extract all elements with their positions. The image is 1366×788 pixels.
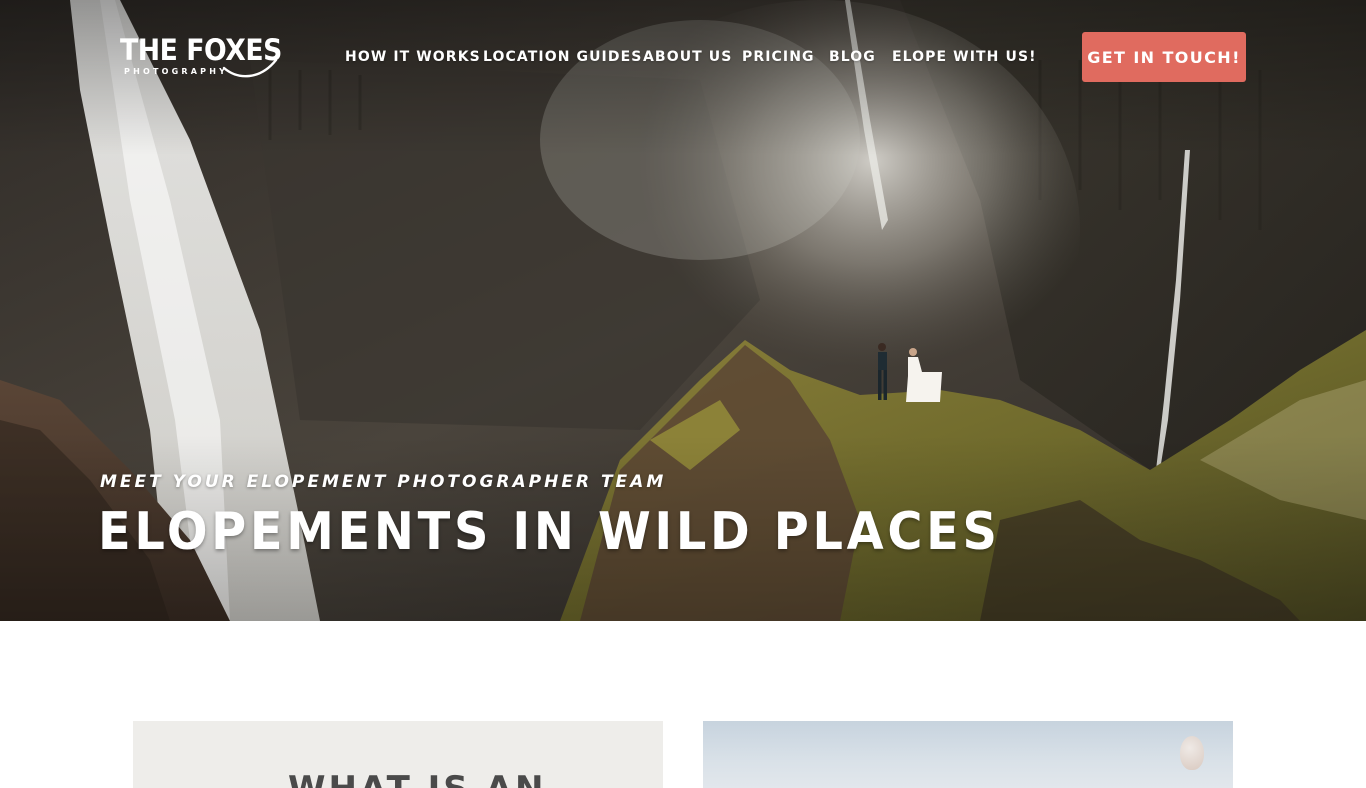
nav-item-location-guides[interactable]: LOCATION GUIDES [483,48,642,66]
hero-section: THE FOXES PHOTOGRAPHY HOW IT WORKS LOCAT… [0,0,1366,621]
nav-item-how-it-works[interactable]: HOW IT WORKS [345,48,481,66]
get-in-touch-button[interactable]: GET IN TOUCH! [1082,32,1246,82]
nav-item-about-us[interactable]: ABOUT US [643,48,732,66]
hero-headline: ELOPEMENTS IN WILD PLACES [98,502,1001,562]
brand-logo[interactable]: THE FOXES PHOTOGRAPHY [120,34,282,80]
brand-tagline: PHOTOGRAPHY [124,67,229,76]
logo-swoosh-icon [222,58,278,78]
intro-card-title: WHAT IS AN [288,769,546,788]
intro-image [703,721,1233,788]
hero-eyebrow: MEET YOUR ELOPEMENT PHOTOGRAPHER TEAM [100,472,667,492]
intro-card: WHAT IS AN [133,721,663,788]
nav-item-elope-with-us[interactable]: ELOPE WITH US! [892,48,1037,66]
nav-item-pricing[interactable]: PRICING [742,48,815,66]
nav-item-blog[interactable]: BLOG [829,48,876,66]
hot-air-balloon-shape [1180,736,1204,770]
